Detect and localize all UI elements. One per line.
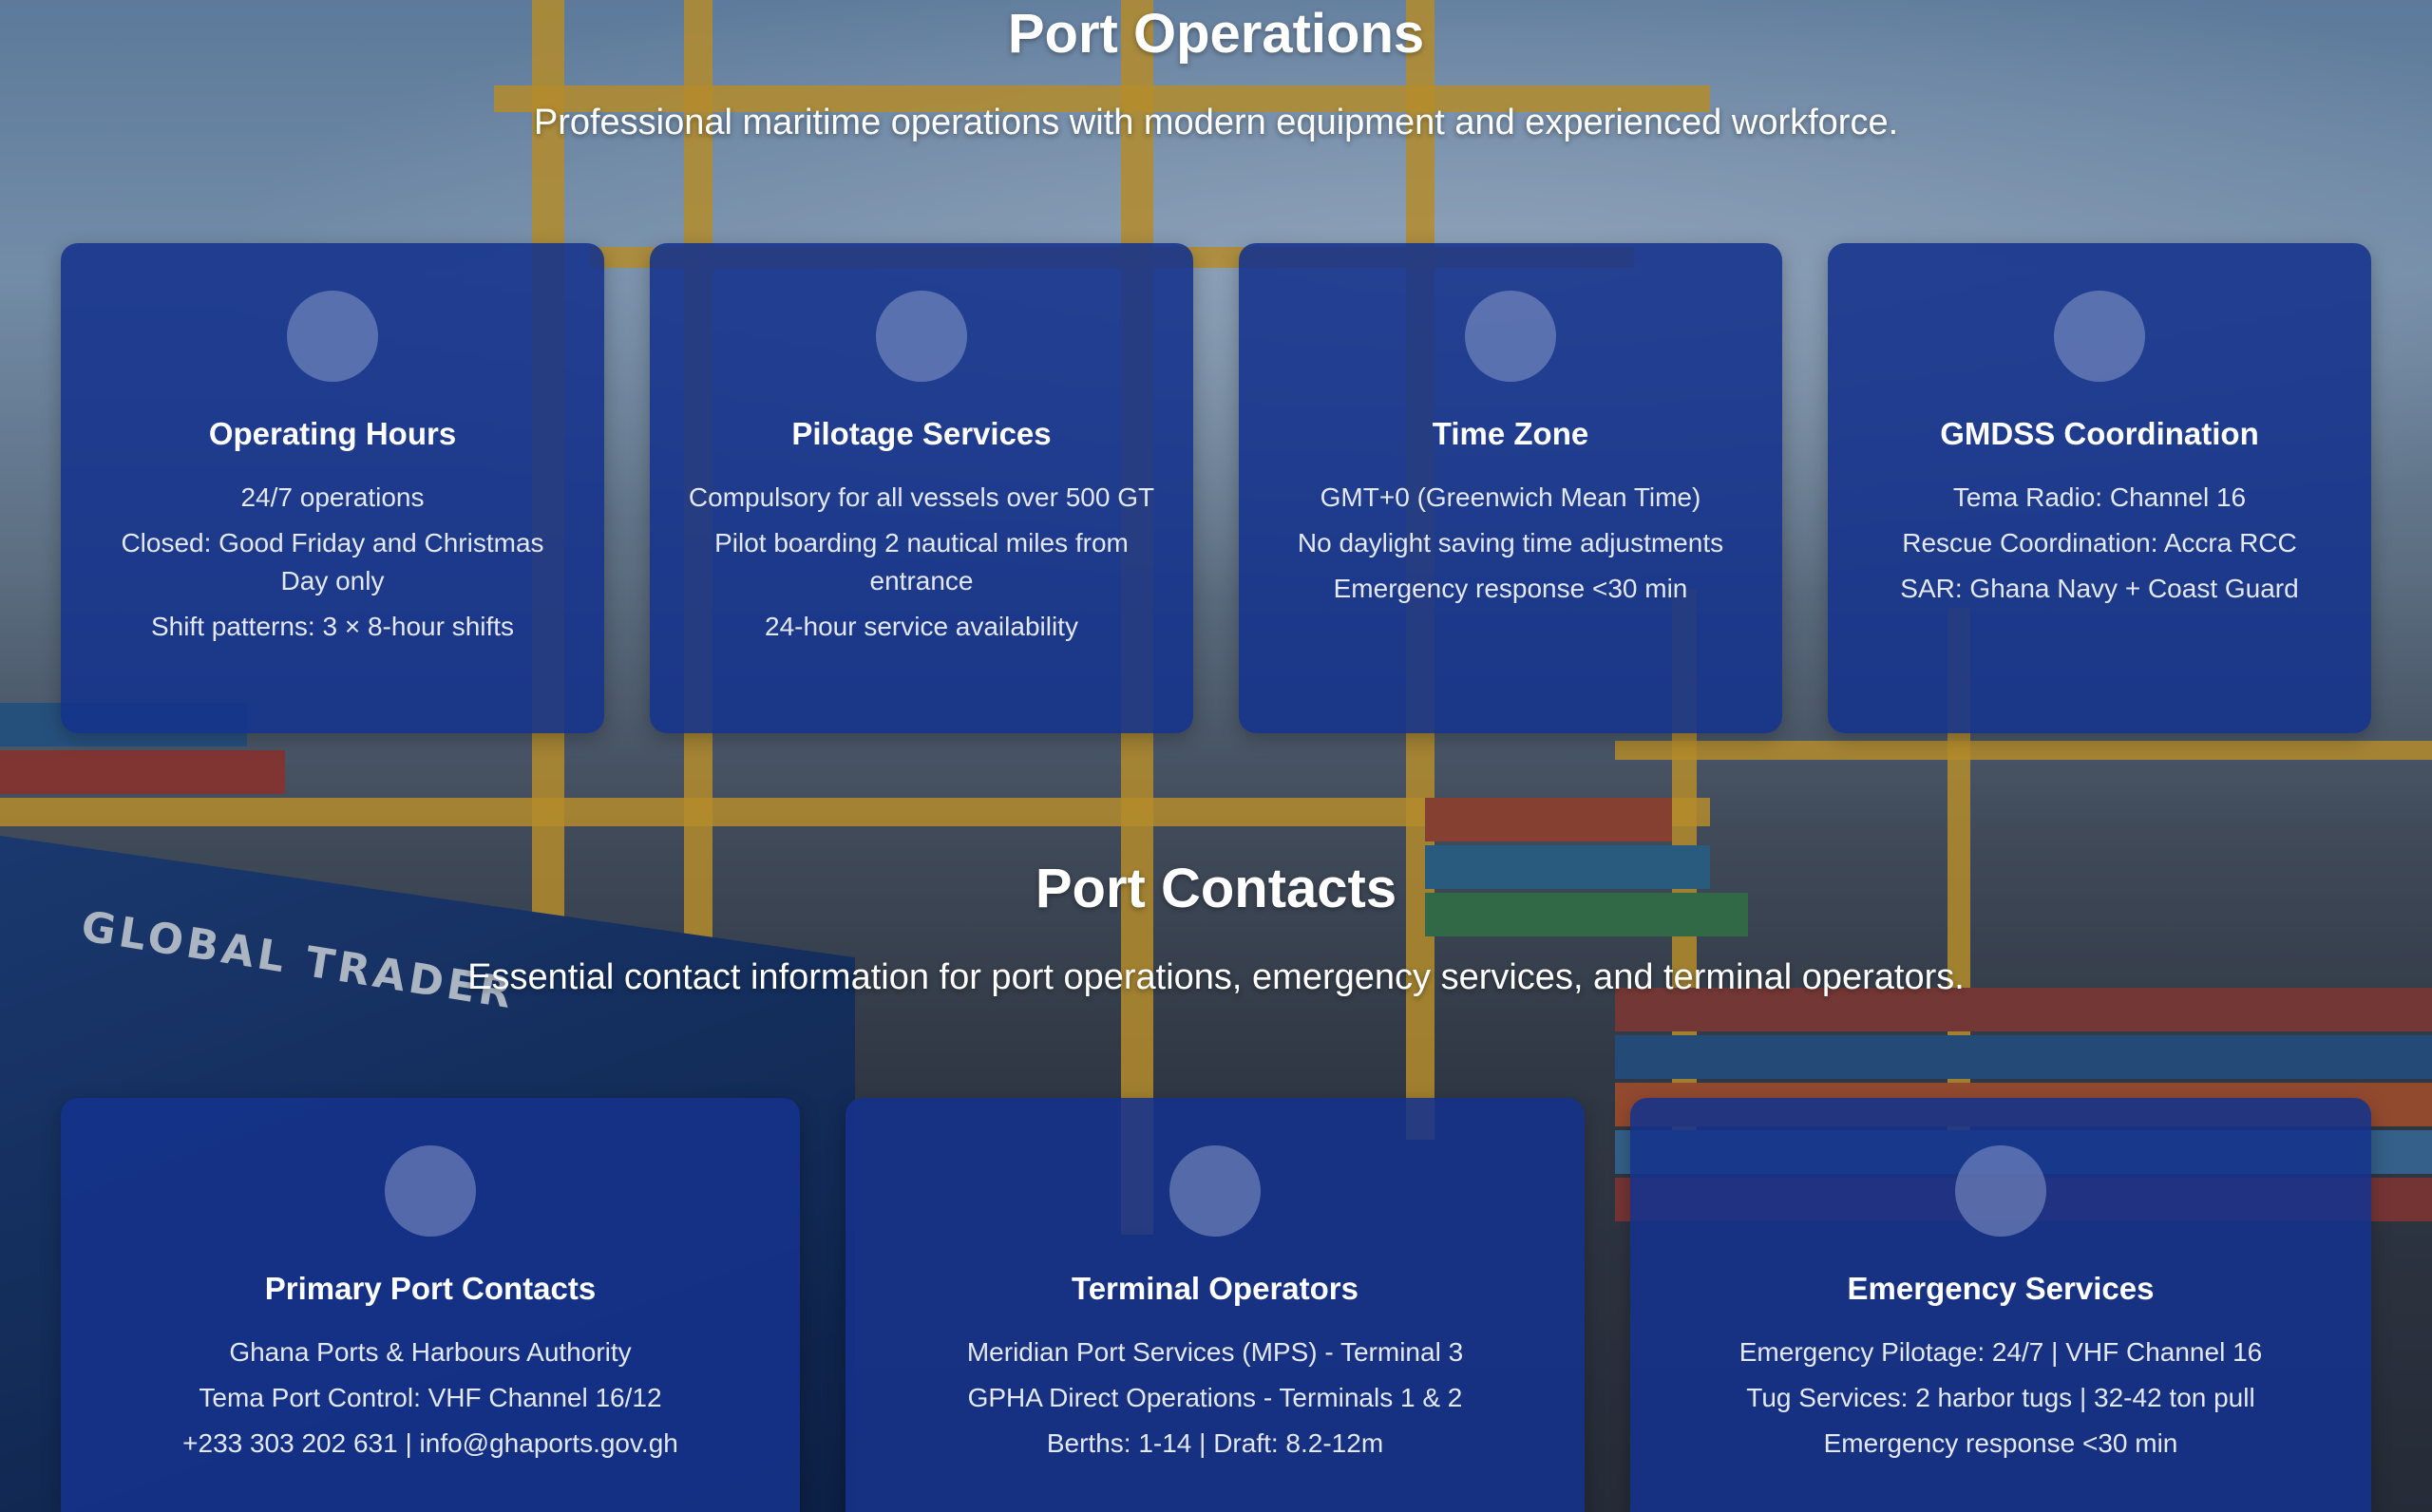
detail-line: Pilot boarding 2 nautical miles from ent…: [714, 528, 1129, 595]
card-details: 24/7 operations Closed: Good Friday and …: [99, 479, 566, 653]
card-title: Operating Hours: [208, 416, 457, 451]
pilot-icon: [876, 291, 967, 382]
radio-icon: [2054, 291, 2145, 382]
card-details: GMT+0 (Greenwich Mean Time) No daylight …: [1277, 479, 1744, 615]
card-details: Tema Radio: Channel 16 Rescue Coordinati…: [1866, 479, 2333, 615]
detail-line: Emergency response <30 min: [1333, 574, 1688, 603]
terminal-icon: [1169, 1145, 1261, 1237]
detail-line: GPHA Direct Operations - Terminals 1 & 2: [967, 1383, 1463, 1412]
globe-icon: [1465, 291, 1556, 382]
detail-line: Tug Services: 2 harbor tugs | 32-42 ton …: [1746, 1383, 2255, 1412]
card-details: Meridian Port Services (MPS) - Terminal …: [884, 1333, 1547, 1470]
card-emergency-services: Emergency Services Emergency Pilotage: 2…: [1630, 1098, 2371, 1512]
card-details: Emergency Pilotage: 24/7 | VHF Channel 1…: [1668, 1333, 2333, 1470]
detail-line: Tema Radio: Channel 16: [1952, 482, 2247, 512]
section-title-port-operations: Port Operations: [1007, 3, 1425, 65]
card-details: Compulsory for all vessels over 500 GT P…: [688, 479, 1155, 653]
detail-line: GMT+0 (Greenwich Mean Time): [1320, 482, 1701, 512]
detail-line: Emergency Pilotage: 24/7 | VHF Channel 1…: [1738, 1337, 2263, 1367]
building-icon: [385, 1145, 476, 1237]
detail-line: SAR: Ghana Navy + Coast Guard: [1900, 574, 2299, 603]
card-time-zone: Time Zone GMT+0 (Greenwich Mean Time) No…: [1239, 243, 1782, 733]
detail-line[interactable]: +233 303 202 631 | info@ghaports.gov.gh: [99, 1425, 762, 1463]
detail-line: Ghana Ports & Harbours Authority: [229, 1337, 632, 1367]
card-gmdss-coordination: GMDSS Coordination Tema Radio: Channel 1…: [1828, 243, 2371, 733]
detail-line: 24/7 operations: [240, 482, 425, 512]
section-subtitle-port-contacts: Essential contact information for port o…: [467, 957, 1965, 997]
detail-line: Compulsory for all vessels over 500 GT: [688, 482, 1155, 512]
section-title-port-contacts: Port Contacts: [1035, 858, 1397, 919]
card-primary-port-contacts: Primary Port Contacts Ghana Ports & Harb…: [61, 1098, 800, 1512]
detail-line: Tema Port Control: VHF Channel 16/12: [199, 1383, 662, 1412]
card-title: GMDSS Coordination: [1940, 416, 2259, 451]
card-title: Terminal Operators: [1072, 1271, 1358, 1306]
section-subtitle-port-operations: Professional maritime operations with mo…: [533, 103, 1899, 142]
clock-icon: [287, 291, 378, 382]
card-pilotage-services: Pilotage Services Compulsory for all ves…: [650, 243, 1193, 733]
card-operating-hours: Operating Hours 24/7 operations Closed: …: [61, 243, 604, 733]
emergency-icon: [1955, 1145, 2046, 1237]
card-title: Emergency Services: [1847, 1271, 2155, 1306]
detail-line: Emergency response <30 min: [1823, 1428, 2178, 1458]
detail-line: No daylight saving time adjustments: [1297, 528, 1724, 558]
detail-line: 24-hour service availability: [765, 612, 1078, 641]
detail-line: Meridian Port Services (MPS) - Terminal …: [966, 1337, 1464, 1367]
detail-line: Berths: 1-14 | Draft: 8.2-12m: [1046, 1428, 1384, 1458]
card-details: Ghana Ports & Harbours Authority Tema Po…: [99, 1333, 762, 1470]
card-terminal-operators: Terminal Operators Meridian Port Service…: [846, 1098, 1585, 1512]
detail-line: Rescue Coordination: Accra RCC: [1902, 528, 2297, 558]
detail-line: Closed: Good Friday and Christmas Day on…: [121, 528, 544, 595]
card-title: Primary Port Contacts: [264, 1271, 597, 1306]
detail-line: Shift patterns: 3 × 8-hour shifts: [150, 612, 515, 641]
card-title: Pilotage Services: [791, 416, 1052, 451]
card-title: Time Zone: [1432, 416, 1589, 451]
